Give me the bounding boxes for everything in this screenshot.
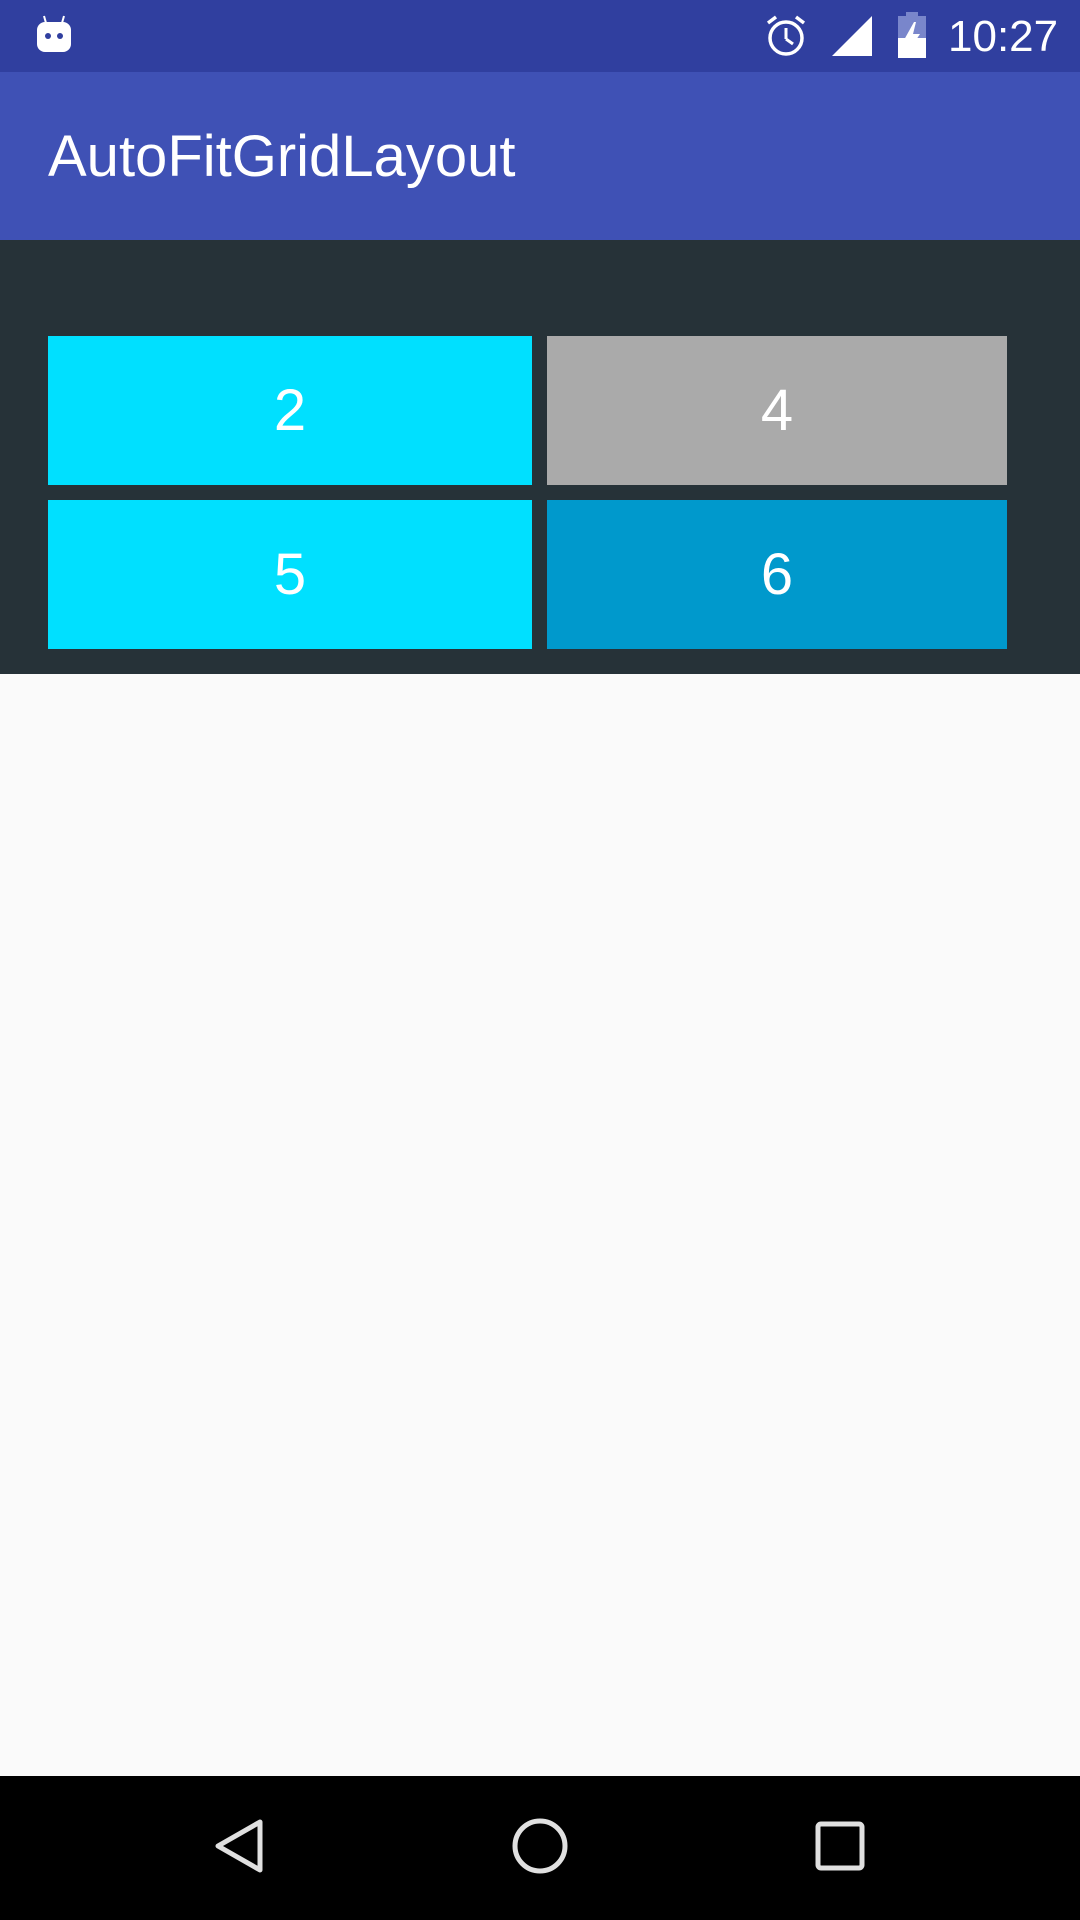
grid-tile-label: 4 bbox=[760, 378, 794, 443]
navigation-bar bbox=[0, 1776, 1080, 1920]
back-button[interactable] bbox=[200, 1812, 280, 1884]
home-icon bbox=[510, 1816, 570, 1881]
signal-icon bbox=[830, 14, 874, 58]
grid-tile[interactable]: 2 bbox=[48, 336, 532, 485]
home-button[interactable] bbox=[500, 1812, 580, 1884]
app-title: AutoFitGridLayout bbox=[48, 124, 516, 189]
recents-icon bbox=[810, 1816, 870, 1881]
content-area bbox=[0, 674, 1080, 1776]
grid-tile[interactable]: 5 bbox=[48, 500, 532, 649]
auto-fit-grid: 2 4 5 6 bbox=[0, 240, 1080, 674]
android-notification-icon bbox=[36, 14, 72, 54]
grid-tile[interactable]: 6 bbox=[547, 500, 1007, 649]
grid-tile-label: 2 bbox=[273, 378, 307, 443]
status-bar: 10:27 bbox=[0, 0, 1080, 72]
status-clock: 10:27 bbox=[948, 12, 1059, 61]
battery-charging-icon bbox=[896, 12, 928, 60]
alarm-icon bbox=[764, 14, 808, 58]
grid-tile-label: 6 bbox=[760, 542, 794, 607]
recents-button[interactable] bbox=[800, 1812, 880, 1884]
grid-tile-label: 5 bbox=[273, 542, 307, 607]
back-icon bbox=[210, 1816, 270, 1881]
app-bar: AutoFitGridLayout bbox=[0, 72, 1080, 240]
grid-tile[interactable]: 4 bbox=[547, 336, 1007, 485]
